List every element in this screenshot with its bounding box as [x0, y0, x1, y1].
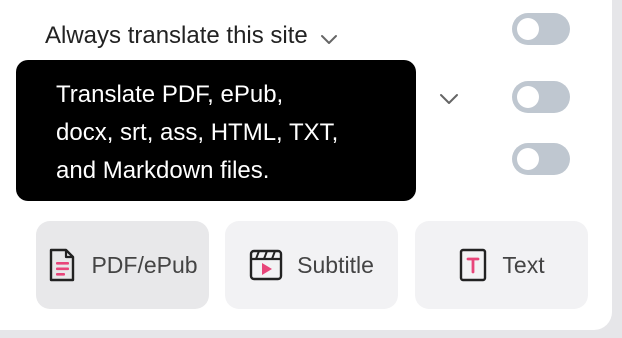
- chevron-down-icon: [320, 27, 338, 45]
- subtitle-button[interactable]: Subtitle: [225, 221, 398, 309]
- setting-3-toggle[interactable]: [512, 143, 570, 175]
- pdf-epub-button[interactable]: PDF/ePub: [36, 221, 209, 309]
- chevron-down-icon[interactable]: [438, 87, 460, 109]
- setting-2-toggle[interactable]: [512, 81, 570, 113]
- document-icon: [47, 248, 77, 282]
- always-translate-label: Always translate this site: [45, 22, 308, 49]
- pdf-epub-label: PDF/ePub: [91, 251, 198, 278]
- subtitle-label: Subtitle: [297, 251, 374, 278]
- toggle-knob: [517, 18, 539, 40]
- text-label: Text: [502, 251, 545, 278]
- video-icon: [249, 248, 283, 282]
- toggle-knob: [517, 86, 539, 108]
- tooltip-line: docx, srt, ass, HTML, TXT,: [56, 119, 339, 146]
- always-translate-toggle[interactable]: [512, 13, 570, 45]
- file-translate-tooltip: Translate PDF, ePub, docx, srt, ass, HTM…: [16, 60, 416, 201]
- tooltip-line: Translate PDF, ePub,: [56, 81, 284, 108]
- toggle-knob: [517, 148, 539, 170]
- text-button[interactable]: Text: [415, 221, 588, 309]
- text-file-icon: [458, 248, 488, 282]
- tooltip-line: and Markdown files.: [56, 157, 270, 184]
- always-translate-dropdown[interactable]: Always translate this site: [45, 8, 338, 64]
- setting-row-always-translate: Always translate this site: [0, 8, 612, 64]
